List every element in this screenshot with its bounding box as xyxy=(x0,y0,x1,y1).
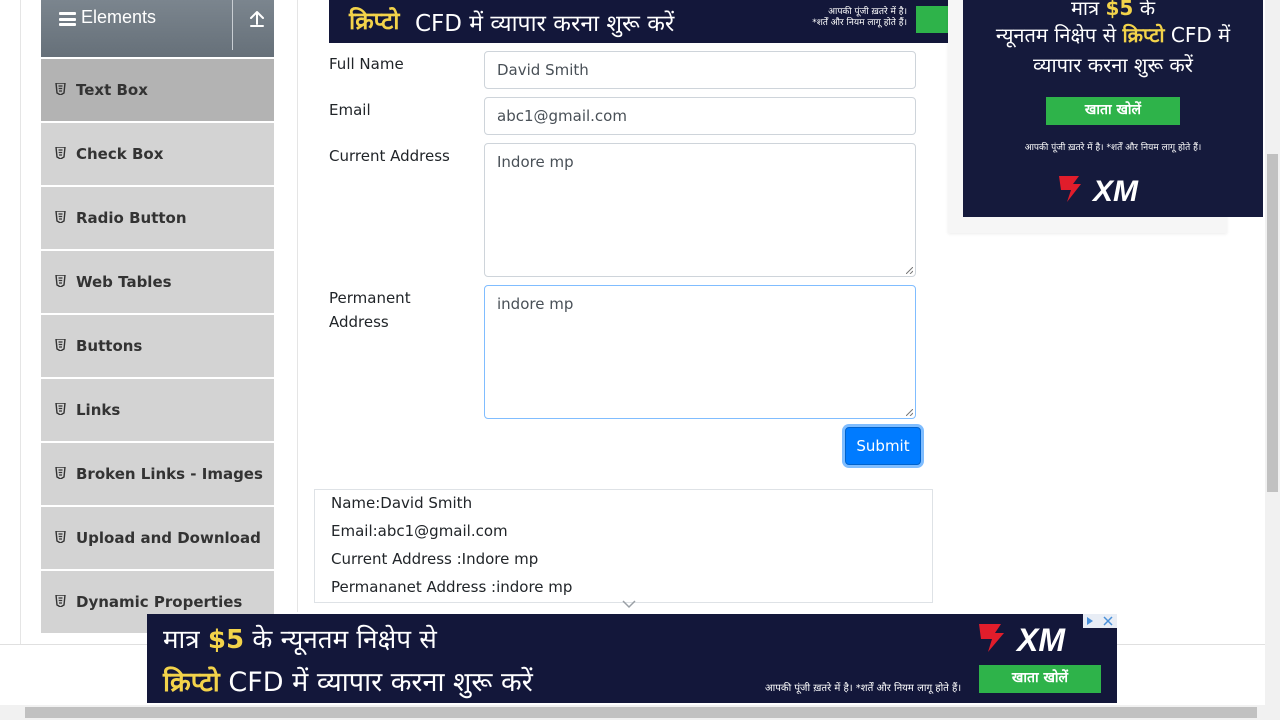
ad-text: मात्र xyxy=(1070,0,1100,20)
html5-icon xyxy=(55,147,66,159)
html5-icon xyxy=(55,531,66,543)
ad-brand: क्रिप्टो xyxy=(163,667,220,698)
horizontal-scrollbar[interactable] xyxy=(0,705,1280,720)
resize-handle-icon[interactable] xyxy=(906,267,913,274)
html5-icon xyxy=(55,339,66,351)
sidebar-item-label: Text Box xyxy=(76,81,148,99)
ad-line-1: मात्र $5 के xyxy=(963,0,1263,21)
email-label: Email xyxy=(329,101,371,119)
output-email: Email:abc1@gmail.com xyxy=(331,522,508,540)
sidebar-item-upload-and-download[interactable]: Upload and Download xyxy=(41,507,274,571)
xm-logo-text: XM xyxy=(1091,175,1139,206)
sidebar-group-title: Elements xyxy=(81,7,157,27)
full-name-input[interactable]: David Smith xyxy=(484,51,916,89)
submit-button[interactable]: Submit xyxy=(845,427,921,465)
ad-open-account-button[interactable]: खाता खोलें xyxy=(979,665,1101,693)
arrow-up-icon[interactable] xyxy=(248,8,266,30)
sidebar-item-check-box[interactable]: Check Box xyxy=(41,123,274,187)
sidebar-item-label: Buttons xyxy=(76,337,143,355)
ad-fine-print: आपकी पूंजी ख़तरे में है। *शर्तें और नियम… xyxy=(1024,143,1202,153)
html5-icon xyxy=(55,595,66,607)
html5-icon xyxy=(55,83,66,95)
sidebar-item-label: Web Tables xyxy=(76,273,172,291)
xm-logo-text: XM xyxy=(1015,622,1066,656)
hamburger-icon xyxy=(59,12,76,26)
ad-fine-2: *शर्तें और नियम लागू होते हैं। xyxy=(812,18,907,28)
permanent-address-textarea[interactable]: indore mp xyxy=(484,285,916,419)
sidebar-item-radio-button[interactable]: Radio Button xyxy=(41,187,274,251)
sidebar-item-links[interactable]: Links xyxy=(41,379,274,443)
ad-fine-1: आपकी पूंजी ख़तरे में है। xyxy=(828,7,907,17)
html5-icon xyxy=(55,211,66,223)
scroll-thumb[interactable] xyxy=(25,707,1257,718)
ad-brand: क्रिप्टो xyxy=(1122,23,1165,47)
permanent-label-line2: Address xyxy=(329,313,389,331)
ad-line-2: क्रिप्टो CFD में व्यापार करना शुरू करें xyxy=(163,662,533,699)
output-current-address: Current Address :Indore mp xyxy=(331,550,539,568)
sidebar-item-web-tables[interactable]: Web Tables xyxy=(41,251,274,315)
ad-headline: CFD में व्यापार करना शुरू करें xyxy=(415,11,675,37)
sidebar-item-label: Check Box xyxy=(76,145,164,163)
header-divider xyxy=(232,0,233,50)
permanent-label-line1: Permanent xyxy=(329,289,411,307)
ad-line-3: व्यापार करना शुरू करें xyxy=(1033,53,1193,77)
sidebar-item-label: Upload and Download xyxy=(76,529,261,547)
sidebar-item-label: Dynamic Properties xyxy=(76,593,243,611)
scroll-thumb[interactable] xyxy=(1267,154,1278,492)
main-divider xyxy=(297,0,298,612)
ad-open-account-button[interactable]: खाता खोलें xyxy=(1046,97,1180,125)
ad-close-icon[interactable] xyxy=(1083,614,1117,628)
ad-amount: $5 xyxy=(1105,0,1134,20)
output-box: Name:David Smith Email:abc1@gmail.com Cu… xyxy=(314,489,933,603)
sidebar: Elements Text Box Check Box Radio Button We… xyxy=(41,0,274,635)
ad-fine-print: आपकी पूंजी ख़तरे में है। *शर्तें और नियम… xyxy=(765,683,962,694)
current-address-textarea[interactable]: Indore mp xyxy=(484,143,916,277)
ad-text: मात्र xyxy=(163,625,200,655)
right-ad[interactable]: मात्र $5 के न्यूनतम निक्षेप से क्रिप्टो … xyxy=(963,0,1263,217)
ad-brand-text: क्रिप्टो xyxy=(349,7,400,35)
sidebar-item-label: Radio Button xyxy=(76,209,187,227)
html5-icon xyxy=(55,275,66,287)
permanent-address-label: Permanent Address xyxy=(329,286,411,334)
current-address-label: Current Address xyxy=(329,147,450,165)
sidebar-item-text-box[interactable]: Text Box xyxy=(41,59,274,123)
ad-line-1: मात्र $5 के न्यूनतम निक्षेप से xyxy=(163,620,437,656)
resize-handle-icon[interactable] xyxy=(906,409,913,416)
xm-logo: XM xyxy=(1059,175,1139,206)
sidebar-group-header[interactable]: Elements xyxy=(41,0,274,57)
chevron-down-icon[interactable] xyxy=(622,600,636,609)
bottom-banner-ad[interactable]: मात्र $5 के न्यूनतम निक्षेप से क्रिप्टो … xyxy=(147,614,1117,703)
html5-icon xyxy=(55,403,66,415)
sidebar-item-broken-links-images[interactable]: Broken Links - Images xyxy=(41,443,274,507)
ad-amount: $5 xyxy=(207,625,245,655)
html5-icon xyxy=(55,467,66,479)
ad-text: के xyxy=(1139,0,1156,20)
ad-text: के न्यूनतम निक्षेप से xyxy=(252,625,437,655)
vertical-scrollbar[interactable] xyxy=(1265,0,1280,705)
top-banner-ad[interactable]: क्रिप्टो CFD में व्यापार करना शुरू करें … xyxy=(329,0,948,43)
ad-text: न्यूनतम निक्षेप से xyxy=(995,23,1117,47)
ad-text: CFD में व्यापार करना शुरू करें xyxy=(228,667,533,698)
current-address-value: Indore mp xyxy=(497,153,574,171)
output-permanent-address: Permananet Address :indore mp xyxy=(331,578,573,596)
sidebar-item-buttons[interactable]: Buttons xyxy=(41,315,274,379)
ad-text: CFD में xyxy=(1170,23,1231,47)
left-border xyxy=(20,0,21,645)
ad-cta-button[interactable] xyxy=(916,6,948,33)
permanent-address-value: indore mp xyxy=(497,295,574,313)
ad-line-2: न्यूनतम निक्षेप से क्रिप्टो CFD में xyxy=(963,21,1263,48)
output-name: Name:David Smith xyxy=(331,494,473,512)
ad-fine-print: आपकी पूंजी ख़तरे में है। *शर्तें और नियम… xyxy=(801,7,907,29)
email-input[interactable]: abc1@gmail.com xyxy=(484,97,916,135)
sidebar-item-label: Broken Links - Images xyxy=(76,465,263,483)
sidebar-item-label: Links xyxy=(76,401,121,419)
full-name-label: Full Name xyxy=(329,55,404,73)
